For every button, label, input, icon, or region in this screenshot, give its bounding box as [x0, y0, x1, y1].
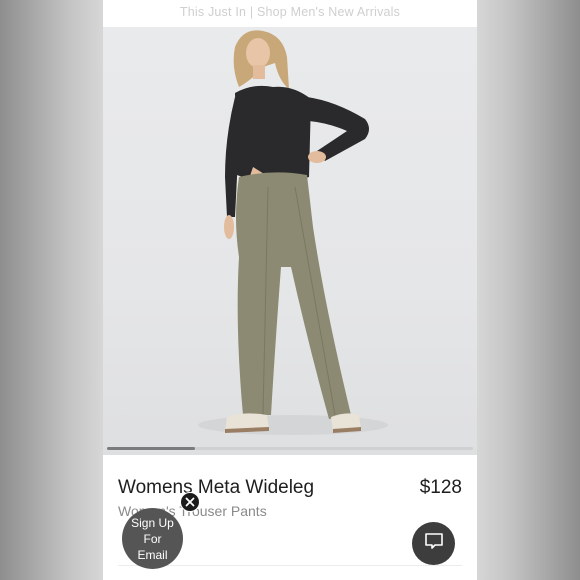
gallery-progress-fill — [107, 447, 195, 450]
signup-line-1: Sign Up — [131, 515, 174, 530]
gallery-progress-track — [107, 447, 473, 450]
divider — [118, 565, 462, 566]
signup-line-3: Email — [137, 547, 168, 562]
email-signup-button[interactable]: Sign Up For Email — [122, 508, 183, 569]
chat-icon — [423, 531, 445, 556]
chat-button[interactable] — [412, 522, 455, 565]
product-page: This Just In | Shop Men's New Arrivals W… — [103, 0, 477, 580]
product-photo — [198, 30, 388, 435]
product-image-gallery[interactable] — [103, 27, 477, 455]
signup-line-2: For — [143, 531, 162, 546]
promo-banner[interactable]: This Just In | Shop Men's New Arrivals — [103, 0, 477, 27]
close-icon[interactable] — [180, 492, 200, 512]
product-price: $128 — [419, 477, 462, 498]
product-title: Womens Meta Wideleg — [118, 477, 315, 498]
